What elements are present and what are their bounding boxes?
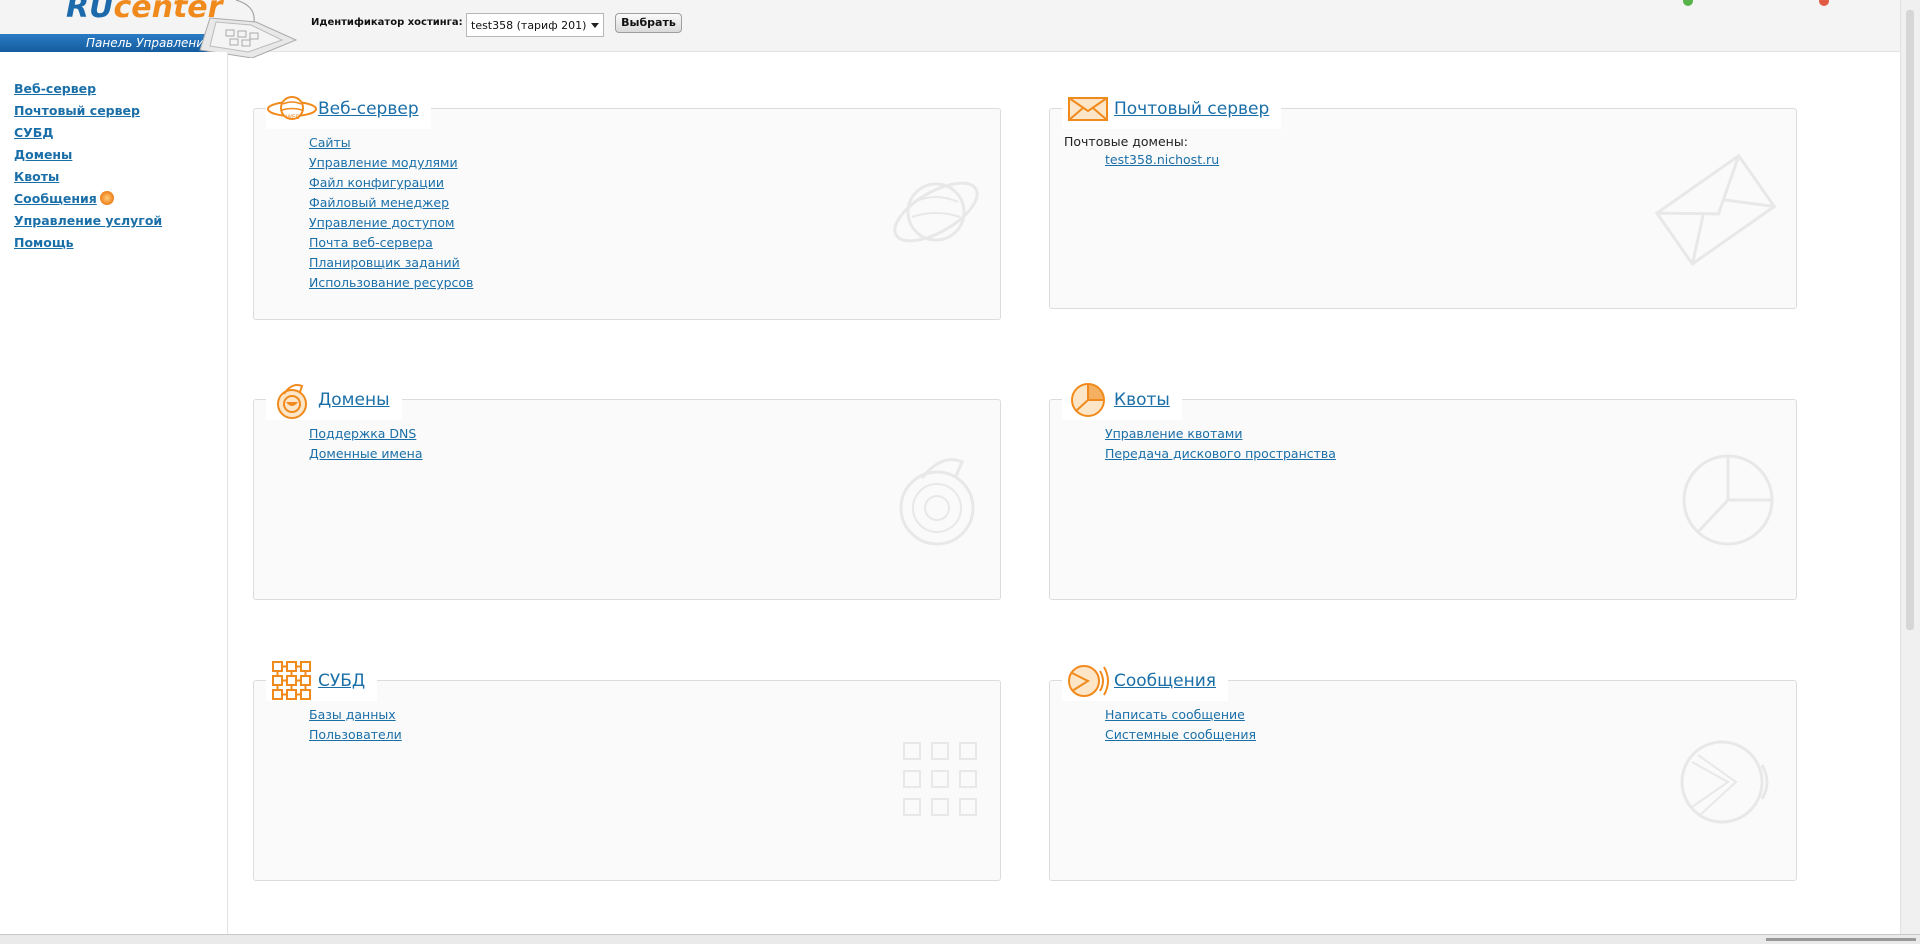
sidebar-link-service-management[interactable]: Управление услугой xyxy=(14,213,162,228)
sidebar-link-web-server[interactable]: Веб-сервер xyxy=(14,81,96,96)
panel-messages: Сообщения Написать сообщение Системные с… xyxy=(1049,661,1797,881)
link-databases[interactable]: Базы данных xyxy=(309,707,396,722)
panel-mail-server-title[interactable]: Почтовый сервер xyxy=(1114,99,1269,119)
rucenter-logo[interactable]: RUcenter Панель Управления xyxy=(0,0,310,58)
hosting-id-select[interactable]: test358 (тариф 201) xyxy=(466,13,604,37)
sidebar-item-messages: Сообщения xyxy=(14,189,162,211)
hosting-id-value: test358 (тариф 201) xyxy=(471,19,587,32)
link-module-management[interactable]: Управление модулями xyxy=(309,155,458,170)
messages-links: Написать сообщение Системные сообщения xyxy=(1105,705,1256,745)
sidebar-item-dbms: СУБД xyxy=(14,123,162,145)
zoom-slider[interactable] xyxy=(1766,938,1916,941)
sidebar-link-messages[interactable]: Сообщения xyxy=(14,191,97,206)
hosting-id-label: Идентификатор хостинга: xyxy=(311,17,463,28)
link-resource-usage[interactable]: Использование ресурсов xyxy=(309,275,473,290)
domains-links: Поддержка DNS Доменные имена xyxy=(309,424,423,464)
sidebar-link-domains[interactable]: Домены xyxy=(14,147,72,162)
logo-subtitle: Панель Управления xyxy=(86,36,212,50)
panel-quotas-header: Квоты xyxy=(1062,380,1182,420)
pie-chart-watermark-icon xyxy=(1682,454,1774,546)
sidebar-item-help: Помощь xyxy=(14,233,162,255)
panel-web-server: WEB Веб-сервер Сайты Управление модулями… xyxy=(253,89,1001,320)
link-domain-names[interactable]: Доменные имена xyxy=(309,446,423,461)
planet-icon: WEB xyxy=(266,89,318,129)
panel-messages-title[interactable]: Сообщения xyxy=(1114,671,1216,691)
satellite-watermark-icon xyxy=(1680,740,1769,824)
sidebar-link-mail-server[interactable]: Почтовый сервер xyxy=(14,103,140,118)
mail-domains-label: Почтовые домены: xyxy=(1064,134,1188,149)
keyboard-illustration-icon xyxy=(199,0,298,58)
domain-watermark-icon xyxy=(899,458,975,546)
web-server-links: Сайты Управление модулями Файл конфигура… xyxy=(309,133,473,293)
scrollbar-thumb[interactable] xyxy=(1906,10,1914,630)
panel-mail-server: Почтовый сервер Почтовые домены: test358… xyxy=(1049,89,1797,309)
top-header: RUcenter Панель Управления Идентификатор… xyxy=(0,0,1900,58)
select-hosting-button[interactable]: Выбрать xyxy=(615,13,682,33)
pie-chart-icon xyxy=(1062,380,1114,420)
sidebar-item-quotas: Квоты xyxy=(14,167,162,189)
link-web-server-mail[interactable]: Почта веб-сервера xyxy=(309,235,433,250)
link-sites[interactable]: Сайты xyxy=(309,135,351,150)
panel-domains-title[interactable]: Домены xyxy=(318,390,390,410)
svg-text:WEB: WEB xyxy=(286,114,300,121)
sidebar-item-web-server: Веб-сервер xyxy=(14,79,162,101)
link-access-management[interactable]: Управление доступом xyxy=(309,215,454,230)
status-green-icon[interactable] xyxy=(1683,0,1693,6)
panel-dbms: СУБД Базы данных Пользователи xyxy=(253,661,1001,881)
mail-domain-link[interactable]: test358.nichost.ru xyxy=(1105,152,1219,167)
panel-messages-header: Сообщения xyxy=(1062,661,1229,701)
notification-sun-icon xyxy=(99,191,114,205)
panel-web-server-header: WEB Веб-сервер xyxy=(266,89,431,129)
sidebar-item-service-management: Управление услугой xyxy=(14,211,162,233)
sidebar-item-mail-server: Почтовый сервер xyxy=(14,101,162,123)
link-quota-management[interactable]: Управление квотами xyxy=(1105,426,1242,441)
browser-status-bar xyxy=(0,934,1920,944)
dropdown-arrow-icon xyxy=(591,23,599,28)
link-disk-space-transfer[interactable]: Передача дискового пространства xyxy=(1105,446,1336,461)
link-dns-support[interactable]: Поддержка DNS xyxy=(309,426,416,441)
panel-domains: Домены Поддержка DNS Доменные имена xyxy=(253,380,1001,600)
link-system-messages[interactable]: Системные сообщения xyxy=(1105,727,1256,742)
envelope-icon xyxy=(1062,89,1114,129)
sidebar-link-quotas[interactable]: Квоты xyxy=(14,169,59,184)
panel-dbms-title[interactable]: СУБД xyxy=(318,671,365,691)
panel-quotas-title[interactable]: Квоты xyxy=(1114,390,1170,410)
domain-mascot-icon xyxy=(266,380,318,420)
link-task-scheduler[interactable]: Планировщик заданий xyxy=(309,255,460,270)
sidebar-link-help[interactable]: Помощь xyxy=(14,235,74,250)
quotas-links: Управление квотами Передача дискового пр… xyxy=(1105,424,1336,464)
panel-dbms-header: СУБД xyxy=(266,661,378,701)
link-db-users[interactable]: Пользователи xyxy=(309,727,402,742)
panel-domains-header: Домены xyxy=(266,380,402,420)
logout-red-icon[interactable] xyxy=(1819,0,1829,6)
link-file-manager[interactable]: Файловый менеджер xyxy=(309,195,449,210)
satellite-icon xyxy=(1062,661,1114,701)
sidebar-link-dbms[interactable]: СУБД xyxy=(14,125,53,140)
sidebar: Веб-сервер Почтовый сервер СУБД Домены К… xyxy=(0,52,228,934)
planet-watermark-icon xyxy=(893,181,979,243)
sidebar-item-domains: Домены xyxy=(14,145,162,167)
link-config-file[interactable]: Файл конфигурации xyxy=(309,175,444,190)
sidebar-menu: Веб-сервер Почтовый сервер СУБД Домены К… xyxy=(14,79,162,255)
dbms-links: Базы данных Пользователи xyxy=(309,705,402,745)
grid-icon xyxy=(266,661,318,701)
grid-watermark-icon xyxy=(903,742,977,816)
panel-mail-server-header: Почтовый сервер xyxy=(1062,89,1282,129)
panel-web-server-title[interactable]: Веб-сервер xyxy=(318,99,419,119)
panel-quotas: Квоты Управление квотами Передача дисков… xyxy=(1049,380,1797,600)
link-write-message[interactable]: Написать сообщение xyxy=(1105,707,1245,722)
envelope-watermark-icon xyxy=(1654,153,1777,266)
